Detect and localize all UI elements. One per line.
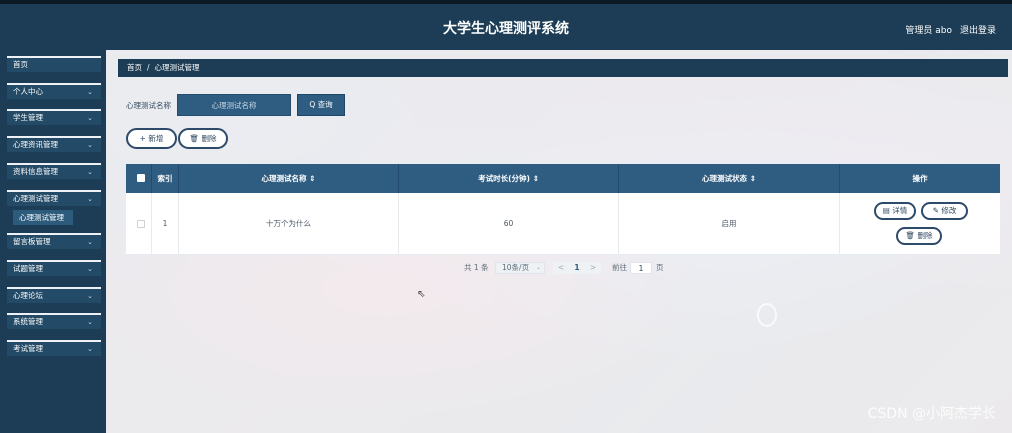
chevron-down-icon: ⌄ — [87, 195, 93, 203]
page-size-value: 10条/页 — [502, 263, 530, 272]
chevron-down-icon: ⌄ — [87, 265, 93, 273]
sidebar: 首页 个人中心 ⌄ 学生管理 ⌄ 心理资讯管理 ⌄ 资料信息管理 ⌄ 心理测试管理 ⌄ 心… — [0, 50, 106, 433]
logout-link[interactable]: 退出登录 — [960, 23, 996, 36]
goto-page-input[interactable] — [630, 262, 652, 274]
prev-page-button[interactable]: < — [553, 262, 569, 274]
sidebar-item-system[interactable]: 系统管理 ⌄ — [7, 313, 101, 329]
header-select-all[interactable] — [126, 164, 152, 193]
sidebar-item-label: 试题管理 — [13, 264, 43, 273]
breadcrumb: 首页 / 心理测试管理 — [118, 59, 1008, 77]
goto-label: 前往 — [612, 263, 627, 272]
row-test-name: 十万个为什么 — [179, 193, 399, 255]
chevron-down-icon: ⌄ — [87, 141, 93, 149]
sidebar-item-psych-test[interactable]: 心理测试管理 ⌄ — [7, 190, 101, 206]
header-status[interactable]: 心理测试状态 ⇕ — [619, 164, 840, 193]
header-actions: 操作 — [912, 174, 928, 183]
watermark: CSDN @小阿杰学长 — [867, 406, 996, 422]
page-size-select[interactable]: 10条/页 ⌄ — [495, 262, 545, 274]
sidebar-item-label: 心理测试管理 — [13, 194, 58, 203]
current-page-button[interactable]: 1 — [569, 262, 585, 274]
current-user: 管理员 abo — [905, 26, 952, 36]
chevron-down-icon: ⌄ — [87, 318, 93, 326]
checkbox-icon[interactable] — [137, 174, 145, 182]
sidebar-item-label: 心理论坛 — [13, 291, 43, 300]
goto-unit: 页 — [656, 263, 664, 272]
delete-button[interactable]: 🗑 删除 — [178, 128, 228, 149]
sidebar-item-label: 心理资讯管理 — [13, 140, 58, 149]
sidebar-item-label: 留言板管理 — [13, 237, 51, 246]
chevron-down-icon: ⌄ — [87, 88, 93, 96]
sidebar-item-label: 个人中心 — [13, 87, 43, 96]
sidebar-item-label: 学生管理 — [13, 113, 43, 122]
app-title: 大学生心理测评系统 — [443, 21, 569, 37]
sidebar-subitem-psych-test[interactable]: 心理测试管理 — [13, 210, 73, 225]
mouse-cursor-icon: ⇖ — [417, 289, 426, 300]
top-bar: 大学生心理测评系统 管理员 abo 退出登录 — [0, 0, 1012, 50]
chevron-down-icon: ⌄ — [87, 238, 93, 246]
next-page-button[interactable]: > — [585, 262, 601, 274]
decorative-ring — [757, 303, 777, 327]
sidebar-item-exams[interactable]: 考试管理 ⌄ — [7, 340, 101, 356]
row-index: 1 — [152, 193, 179, 255]
sidebar-item-personal-center[interactable]: 个人中心 ⌄ — [7, 83, 101, 99]
row-delete-button[interactable]: 🗑 删除 — [896, 227, 942, 245]
sidebar-item-label: 首页 — [13, 60, 28, 69]
sidebar-item-news[interactable]: 心理资讯管理 ⌄ — [7, 136, 101, 152]
chevron-down-icon: ⌄ — [87, 292, 93, 300]
chevron-down-icon: ⌄ — [87, 114, 93, 122]
sidebar-item-label: 系统管理 — [13, 317, 43, 326]
data-table: 索引 心理测试名称 ⇕ 考试时长(分钟) ⇕ 心理测试状态 ⇕ 操作 1 十万个… — [126, 164, 1000, 255]
search-button[interactable]: Q 查询 — [297, 94, 345, 116]
chevron-down-icon: ⌄ — [535, 264, 541, 271]
table-header: 索引 心理测试名称 ⇕ 考试时长(分钟) ⇕ 心理测试状态 ⇕ 操作 — [126, 164, 1000, 193]
row-status: 启用 — [619, 193, 840, 255]
row-duration: 60 — [399, 193, 619, 255]
header-test-name[interactable]: 心理测试名称 ⇕ — [179, 164, 399, 193]
sidebar-item-forum[interactable]: 心理论坛 ⌄ — [7, 287, 101, 303]
row-actions-cell — [840, 193, 1000, 255]
sidebar-item-students[interactable]: 学生管理 ⌄ — [7, 109, 101, 125]
breadcrumb-current: 心理测试管理 — [154, 63, 200, 72]
detail-button[interactable]: ▤ 详情 — [874, 202, 916, 220]
breadcrumb-home[interactable]: 首页 — [127, 63, 142, 72]
pagination-total: 共 1 条 — [464, 263, 489, 272]
header-index: 索引 — [152, 164, 179, 193]
row-checkbox[interactable] — [137, 220, 145, 228]
sidebar-item-home[interactable]: 首页 — [7, 56, 101, 72]
add-button[interactable]: + 新增 — [126, 128, 177, 149]
breadcrumb-separator: / — [147, 63, 150, 72]
chevron-down-icon: ⌄ — [87, 168, 93, 176]
sidebar-item-questions[interactable]: 试题管理 ⌄ — [7, 260, 101, 276]
chevron-down-icon: ⌄ — [87, 345, 93, 353]
sidebar-item-label: 资料信息管理 — [13, 167, 58, 176]
search-input[interactable] — [177, 94, 291, 116]
header-duration[interactable]: 考试时长(分钟) ⇕ — [399, 164, 619, 193]
edit-button[interactable]: ✎ 修改 — [921, 202, 968, 220]
search-label: 心理测试名称 — [126, 101, 171, 110]
sidebar-item-label: 考试管理 — [13, 344, 43, 353]
sidebar-item-resources[interactable]: 资料信息管理 ⌄ — [7, 163, 101, 179]
sidebar-item-message-board[interactable]: 留言板管理 ⌄ — [7, 233, 101, 249]
